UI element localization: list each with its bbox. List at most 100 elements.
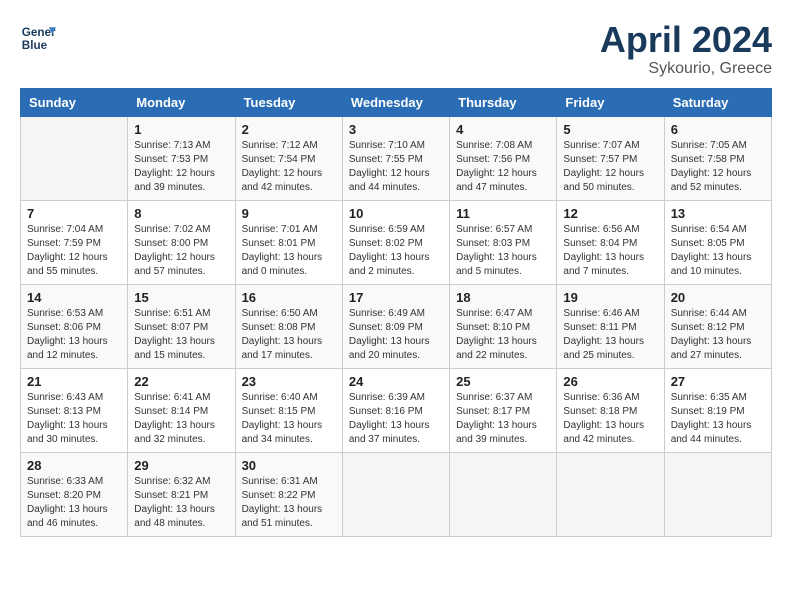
cell-1-1: 8 Sunrise: 7:02 AM Sunset: 8:00 PM Daylig… [128,200,235,284]
day-info-0-4: Sunrise: 7:08 AM Sunset: 7:56 PM Dayligh… [456,139,550,195]
day-info-3-4: Sunrise: 6:37 AM Sunset: 8:17 PM Dayligh… [456,391,550,447]
cell-4-1: 29Sunrise: 6:32 AM Sunset: 8:21 PM Dayli… [128,452,235,536]
day-number-1-4: 11 [456,206,550,221]
day-number-3-3: 24 [349,374,443,389]
day-info-3-6: Sunrise: 6:35 AM Sunset: 8:19 PM Dayligh… [671,391,765,447]
cell-0-5: 5 Sunrise: 7:07 AM Sunset: 7:57 PM Daylig… [557,116,664,200]
cell-4-4 [450,452,557,536]
day-info-1-0: Sunrise: 7:04 AM Sunset: 7:59 PM Dayligh… [27,223,121,279]
day-info-4-2: Sunrise: 6:31 AM Sunset: 8:22 PM Dayligh… [242,475,336,531]
day-number-2-4: 18 [456,290,550,305]
day-number-1-5: 12 [563,206,657,221]
day-number-2-1: 15 [134,290,228,305]
day-number-0-4: 4 [456,122,550,137]
cell-3-1: 22Sunrise: 6:41 AM Sunset: 8:14 PM Dayli… [128,368,235,452]
day-number-3-5: 26 [563,374,657,389]
cell-3-6: 27 Sunrise: 6:35 AM Sunset: 8:19 PM Dayli… [664,368,771,452]
month-title: April 2024 [600,20,772,60]
cell-4-6 [664,452,771,536]
week-row-4: 28 Sunrise: 6:33 AM Sunset: 8:20 PM Dayli… [21,452,772,536]
cell-1-3: 10Sunrise: 6:59 AM Sunset: 8:02 PM Dayli… [342,200,449,284]
day-number-1-1: 8 [134,206,228,221]
cell-0-6: 6 Sunrise: 7:05 AM Sunset: 7:58 PM Daylig… [664,116,771,200]
day-number-4-1: 29 [134,458,228,473]
day-info-0-5: Sunrise: 7:07 AM Sunset: 7:57 PM Dayligh… [563,139,657,195]
header-monday: Monday [128,88,235,116]
cell-3-0: 21 Sunrise: 6:43 AM Sunset: 8:13 PM Dayli… [21,368,128,452]
day-number-3-2: 23 [242,374,336,389]
header-saturday: Saturday [664,88,771,116]
cell-0-3: 3Sunrise: 7:10 AM Sunset: 7:55 PM Daylig… [342,116,449,200]
week-row-0: 1 Sunrise: 7:13 AM Sunset: 7:53 PM Daylig… [21,116,772,200]
cell-1-0: 7 Sunrise: 7:04 AM Sunset: 7:59 PM Daylig… [21,200,128,284]
day-info-1-2: Sunrise: 7:01 AM Sunset: 8:01 PM Dayligh… [242,223,336,279]
day-number-2-5: 19 [563,290,657,305]
week-row-3: 21 Sunrise: 6:43 AM Sunset: 8:13 PM Dayli… [21,368,772,452]
cell-0-1: 1 Sunrise: 7:13 AM Sunset: 7:53 PM Daylig… [128,116,235,200]
day-number-4-2: 30 [242,458,336,473]
cell-4-2: 30 Sunrise: 6:31 AM Sunset: 8:22 PM Dayli… [235,452,342,536]
day-info-3-3: Sunrise: 6:39 AM Sunset: 8:16 PM Dayligh… [349,391,443,447]
cell-0-0 [21,116,128,200]
day-number-1-0: 7 [27,206,121,221]
cell-2-5: 19 Sunrise: 6:46 AM Sunset: 8:11 PM Dayli… [557,284,664,368]
day-info-2-3: Sunrise: 6:49 AM Sunset: 8:09 PM Dayligh… [349,307,443,363]
day-info-2-0: Sunrise: 6:53 AM Sunset: 8:06 PM Dayligh… [27,307,121,363]
day-number-3-1: 22 [134,374,228,389]
day-number-3-0: 21 [27,374,121,389]
cell-2-2: 16 Sunrise: 6:50 AM Sunset: 8:08 PM Dayli… [235,284,342,368]
cell-2-1: 15 Sunrise: 6:51 AM Sunset: 8:07 PM Dayli… [128,284,235,368]
day-number-0-1: 1 [134,122,228,137]
svg-text:Blue: Blue [22,39,48,52]
cell-3-3: 24 Sunrise: 6:39 AM Sunset: 8:16 PM Dayli… [342,368,449,452]
day-info-1-1: Sunrise: 7:02 AM Sunset: 8:00 PM Dayligh… [134,223,228,279]
cell-3-2: 23 Sunrise: 6:40 AM Sunset: 8:15 PM Dayli… [235,368,342,452]
day-info-2-2: Sunrise: 6:50 AM Sunset: 8:08 PM Dayligh… [242,307,336,363]
title-section: April 2024 Sykourio, Greece [600,20,772,78]
day-info-1-4: Sunrise: 6:57 AM Sunset: 8:03 PM Dayligh… [456,223,550,279]
cell-4-5 [557,452,664,536]
cell-1-5: 12 Sunrise: 6:56 AM Sunset: 8:04 PM Dayli… [557,200,664,284]
day-info-0-6: Sunrise: 7:05 AM Sunset: 7:58 PM Dayligh… [671,139,765,195]
day-info-0-2: Sunrise: 7:12 AM Sunset: 7:54 PM Dayligh… [242,139,336,195]
day-info-0-1: Sunrise: 7:13 AM Sunset: 7:53 PM Dayligh… [134,139,228,195]
cell-3-4: 25 Sunrise: 6:37 AM Sunset: 8:17 PM Dayli… [450,368,557,452]
cell-1-4: 11 Sunrise: 6:57 AM Sunset: 8:03 PM Dayli… [450,200,557,284]
week-row-2: 14 Sunrise: 6:53 AM Sunset: 8:06 PM Dayli… [21,284,772,368]
cell-4-0: 28 Sunrise: 6:33 AM Sunset: 8:20 PM Dayli… [21,452,128,536]
day-number-3-6: 27 [671,374,765,389]
cell-2-6: 20Sunrise: 6:44 AM Sunset: 8:12 PM Dayli… [664,284,771,368]
day-number-1-2: 9 [242,206,336,221]
header-sunday: Sunday [21,88,128,116]
cell-1-2: 9 Sunrise: 7:01 AM Sunset: 8:01 PM Daylig… [235,200,342,284]
day-number-0-5: 5 [563,122,657,137]
day-info-3-2: Sunrise: 6:40 AM Sunset: 8:15 PM Dayligh… [242,391,336,447]
day-number-3-4: 25 [456,374,550,389]
cell-3-5: 26 Sunrise: 6:36 AM Sunset: 8:18 PM Dayli… [557,368,664,452]
header-row: Sunday Monday Tuesday Wednesday Thursday… [21,88,772,116]
day-info-2-6: Sunrise: 6:44 AM Sunset: 8:12 PM Dayligh… [671,307,765,363]
day-number-0-2: 2 [242,122,336,137]
header-friday: Friday [557,88,664,116]
header-thursday: Thursday [450,88,557,116]
day-info-2-5: Sunrise: 6:46 AM Sunset: 8:11 PM Dayligh… [563,307,657,363]
day-number-2-0: 14 [27,290,121,305]
day-number-4-0: 28 [27,458,121,473]
day-info-3-5: Sunrise: 6:36 AM Sunset: 8:18 PM Dayligh… [563,391,657,447]
cell-1-6: 13Sunrise: 6:54 AM Sunset: 8:05 PM Dayli… [664,200,771,284]
day-info-3-0: Sunrise: 6:43 AM Sunset: 8:13 PM Dayligh… [27,391,121,447]
logo-icon: General Blue [20,20,56,56]
day-info-1-5: Sunrise: 6:56 AM Sunset: 8:04 PM Dayligh… [563,223,657,279]
header-wednesday: Wednesday [342,88,449,116]
day-info-2-1: Sunrise: 6:51 AM Sunset: 8:07 PM Dayligh… [134,307,228,363]
cell-0-4: 4 Sunrise: 7:08 AM Sunset: 7:56 PM Daylig… [450,116,557,200]
day-number-1-3: 10 [349,206,443,221]
cell-0-2: 2 Sunrise: 7:12 AM Sunset: 7:54 PM Daylig… [235,116,342,200]
cell-2-4: 18 Sunrise: 6:47 AM Sunset: 8:10 PM Dayli… [450,284,557,368]
cell-4-3 [342,452,449,536]
day-info-4-0: Sunrise: 6:33 AM Sunset: 8:20 PM Dayligh… [27,475,121,531]
day-number-2-2: 16 [242,290,336,305]
day-info-2-4: Sunrise: 6:47 AM Sunset: 8:10 PM Dayligh… [456,307,550,363]
calendar-table: Sunday Monday Tuesday Wednesday Thursday… [20,88,772,537]
day-number-0-6: 6 [671,122,765,137]
